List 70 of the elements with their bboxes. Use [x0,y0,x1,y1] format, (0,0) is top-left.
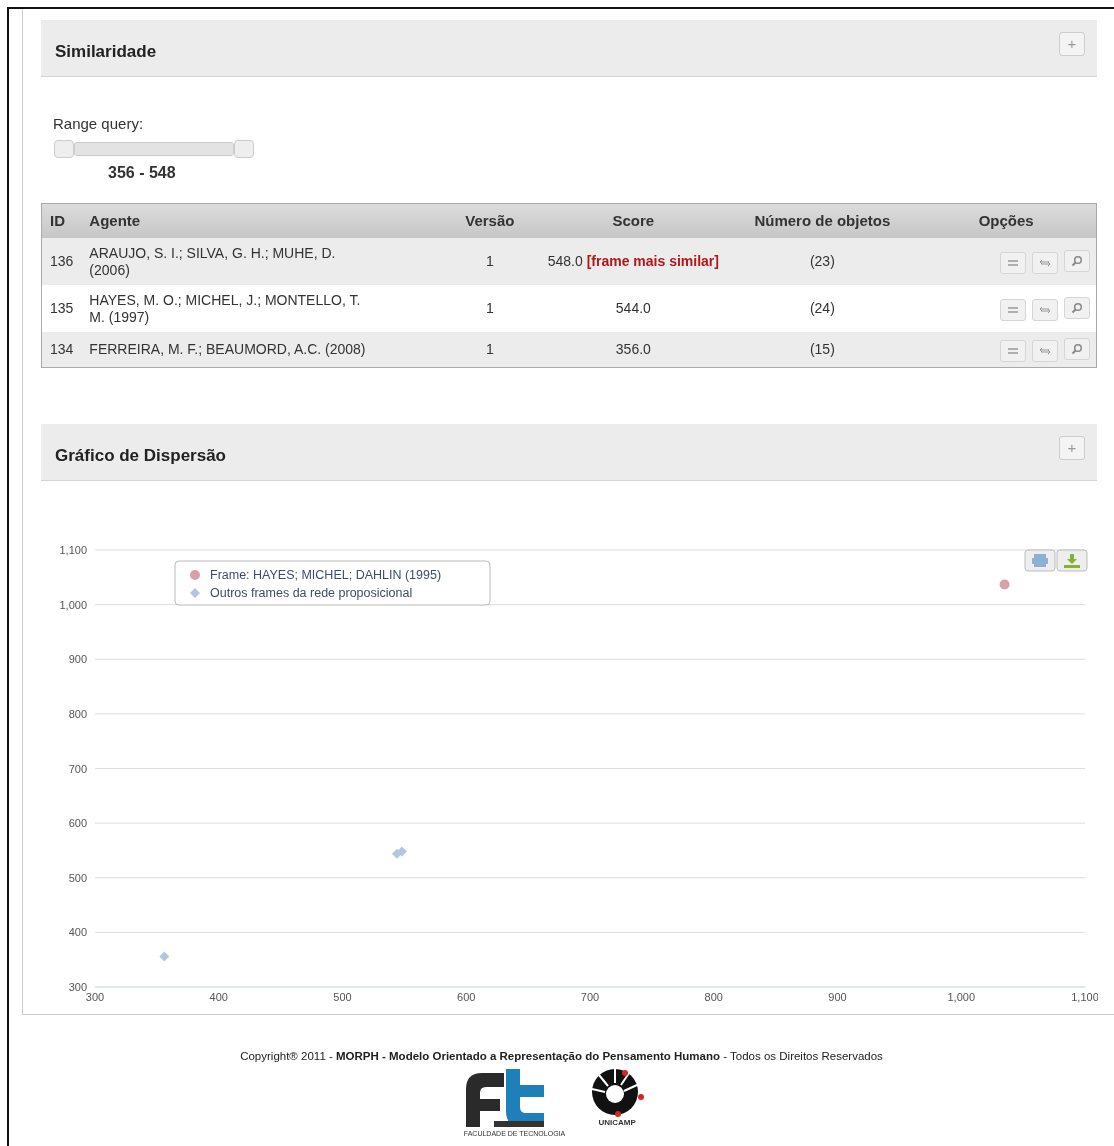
axis-tick-label: 800 [704,991,723,1003]
table-cell: (24) [728,285,917,332]
table-cell: 134 [42,332,82,367]
axis-tick-label: 300 [85,991,105,1003]
axis-tick-label: 600 [68,817,87,830]
table-cell: (15) [728,332,917,367]
column-header: ID [42,203,82,238]
expand-button[interactable]: + [1059,32,1085,56]
menu-icon [1007,258,1019,267]
search-icon [1071,301,1083,314]
panel-title: Gráfico de Dispersão [55,445,226,468]
expand-button[interactable]: + [1059,436,1085,460]
column-header: Opções [916,203,1096,238]
range-label: Range query: [53,114,145,134]
search-icon [1071,254,1083,267]
table-cell: 136 [42,238,82,285]
similarity-tag: [frame mais similar] [586,253,719,270]
axis-tick-label: 400 [68,926,87,939]
axis-tick-label: 900 [828,991,847,1003]
axis-tick-label: 1,000 [59,598,87,611]
axis-tick-label: 300 [68,981,87,993]
search-button[interactable] [1064,249,1090,272]
column-header: Agente [81,203,442,238]
logo-caption: UNICAMP [597,1117,637,1130]
search-button[interactable] [1064,337,1090,360]
table-cell: 1 [441,332,539,367]
axis-tick-label: 600 [457,991,476,1003]
axis-tick-label: 400 [209,991,228,1003]
column-header: Versão [441,203,539,238]
legend-label: Outros frames da rede proposicional [210,586,413,600]
score-value: 548.0 [547,253,583,270]
swap-icon [1039,305,1051,314]
axis-tick-label: 800 [68,707,87,720]
legend-label: Frame: HAYES; MICHEL; DAHLIN (1995) [210,568,442,582]
swap-button[interactable] [1032,339,1058,362]
menu-icon [1007,305,1019,314]
axis-tick-label: 900 [68,653,87,666]
search-button[interactable] [1064,296,1090,319]
column-header: Score [538,203,729,238]
axis-tick-label: 1,000 [947,991,975,1003]
swap-button[interactable] [1032,251,1058,274]
copyright-text: Copyright® 2011 - MORPH - Modelo Orientado a Representação do Pensamento Humano - Todos os Direitos Reservados [239,1049,884,1064]
panel-title: Similaridade [55,41,157,64]
table-cell: 1 [441,238,539,285]
print-button[interactable] [1024,549,1056,572]
axis-tick-label: 700 [580,991,600,1003]
swap-icon [1039,258,1051,267]
table-cell: 135 [42,285,82,332]
table-cell: 1 [441,285,539,332]
menu-icon [1007,346,1019,355]
search-icon [1071,342,1083,355]
menu-button[interactable] [1000,339,1026,362]
axis-tick-label: 500 [68,871,87,884]
range-value: 356 - 548 [108,162,177,183]
table-cell: FERREIRA, M. F.; BEAUMORD, A.C. (2008) [81,332,442,367]
table-cell: HAYES, M. O.; MICHEL, J.; MONTELLO, T. M. (1997) [81,285,442,332]
menu-button[interactable] [1000,298,1026,321]
axis-tick-label: 1,100 [1071,991,1098,1003]
score-value: 356.0 [615,341,651,358]
table-cell: (23) [728,238,917,285]
download-button[interactable] [1056,549,1088,572]
axis-tick-label: 1,100 [59,544,87,556]
score-value: 544.0 [615,300,651,317]
swap-button[interactable] [1032,298,1058,321]
table-cell: ARAUJO, S. I.; SILVA, G. H.; MUHE, D. (2006) [81,238,442,285]
axis-tick-label: 500 [333,991,352,1003]
swap-icon [1039,346,1051,355]
axis-tick-label: 700 [68,762,87,775]
menu-button[interactable] [1000,251,1026,274]
column-header: Número de objetos [728,203,917,238]
